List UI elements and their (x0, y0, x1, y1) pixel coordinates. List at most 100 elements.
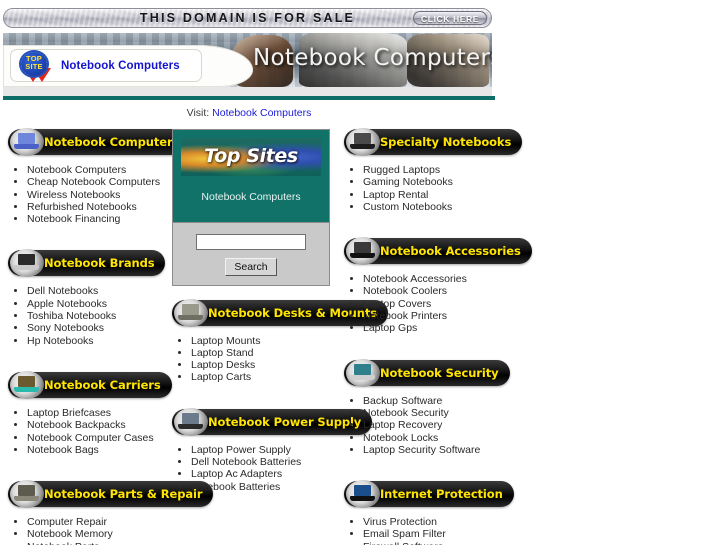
category-link[interactable]: Laptop Power Supply (191, 444, 291, 456)
top-sites-widget: Top Sites Notebook Computers Search (172, 129, 330, 286)
category-link-list: Laptop Power SupplyDell Notebook Batteri… (173, 444, 336, 493)
category-link[interactable]: Laptop Gps (363, 322, 417, 334)
notebook-accessories-icon (346, 237, 380, 266)
category-link[interactable]: Notebook Batteries (191, 481, 280, 493)
category-spacer (344, 213, 524, 227)
category-link[interactable]: Notebook Bags (27, 444, 99, 456)
list-item: Toshiba Notebooks (27, 310, 170, 322)
category-link[interactable]: Notebook Backpacks (27, 419, 126, 431)
list-item: Laptop Power Supply (191, 444, 336, 456)
list-item: Sony Notebooks (27, 322, 170, 334)
category-link[interactable]: Laptop Recovery (363, 419, 442, 431)
notebook-computers-icon (10, 128, 44, 156)
category-link[interactable]: Notebook Coolers (363, 285, 447, 297)
category-link[interactable]: Dell Notebook Batteries (191, 456, 301, 468)
category-link-list: Rugged LaptopsGaming NotebooksLaptop Ren… (345, 164, 524, 213)
category-link[interactable]: Apple Notebooks (27, 298, 107, 310)
category-link[interactable]: Laptop Desks (191, 359, 255, 371)
category-badge[interactable]: Notebook Carriers (8, 370, 172, 399)
category-link[interactable]: Computer Repair (27, 516, 107, 528)
category-link[interactable]: Gaming Notebooks (363, 176, 453, 188)
category-badge[interactable]: Notebook Security (344, 358, 510, 387)
category-link-list: Dell NotebooksApple NotebooksToshiba Not… (9, 285, 170, 346)
category-link[interactable]: Notebook Accessories (363, 273, 467, 285)
category-link[interactable]: Toshiba Notebooks (27, 310, 116, 322)
top-sites-keyword: Notebook Computers (201, 191, 301, 203)
category-block: Internet Protection Virus ProtectionEmail… (344, 480, 524, 545)
category-block: Notebook Brands Dell NotebooksApple Noteb… (8, 249, 170, 360)
banner-site-pill[interactable]: TOP SITE Notebook Computers (10, 49, 202, 82)
notebook-brands-icon (10, 249, 44, 278)
category-link[interactable]: Hp Notebooks (27, 335, 94, 347)
category-link[interactable]: Laptop Briefcases (27, 407, 111, 419)
list-item: Dell Notebook Batteries (191, 456, 336, 468)
category-spacer (172, 384, 336, 398)
category-badge-label: Notebook Carriers (44, 377, 161, 392)
list-item: Notebook Computers (27, 164, 170, 176)
category-badge[interactable]: Notebook Brands (8, 249, 166, 278)
search-input[interactable] (196, 233, 306, 250)
list-item: Laptop Rental (363, 189, 524, 201)
category-link[interactable]: Firewall Software (363, 541, 444, 545)
internet-protection-icon (346, 480, 380, 509)
list-item: Laptop Recovery (363, 419, 524, 431)
category-link[interactable]: Notebook Parts (27, 541, 99, 545)
category-link[interactable]: Rugged Laptops (363, 164, 440, 176)
banner-title: Notebook Computers (253, 45, 492, 71)
category-link[interactable]: Custom Notebooks (363, 201, 452, 213)
category-link[interactable]: Notebook Financing (27, 213, 120, 225)
list-item: Custom Notebooks (363, 201, 524, 213)
category-link[interactable]: Notebook Computers (27, 164, 126, 176)
category-link[interactable]: Notebook Locks (363, 432, 438, 444)
category-link-list: Computer RepairNotebook MemoryNotebook P… (9, 516, 170, 545)
category-link[interactable]: Email Spam Filter (363, 528, 446, 540)
category-badge[interactable]: Internet Protection (344, 480, 514, 509)
category-link[interactable]: Notebook Security (363, 407, 449, 419)
category-block: Notebook Accessories Notebook Accessories… (344, 237, 532, 348)
list-item: Notebook Batteries (191, 481, 336, 493)
category-link[interactable]: Wireless Notebooks (27, 189, 120, 201)
category-spacer (344, 456, 524, 470)
category-link[interactable]: Notebook Computer Cases (27, 432, 154, 444)
list-item: Notebook Financing (27, 213, 170, 225)
click-here-button[interactable]: CLICK HERE (413, 11, 487, 25)
category-badge-label: Notebook Computers (44, 135, 180, 149)
category-link[interactable]: Virus Protection (363, 516, 437, 528)
list-item: Notebook Computer Cases (27, 432, 170, 444)
list-item: Notebook Memory (27, 528, 170, 540)
category-link-list: Virus ProtectionEmail Spam FilterFirewal… (345, 516, 524, 545)
top-sites-search-form: Search (173, 222, 329, 285)
category-link[interactable]: Laptop Rental (363, 189, 428, 201)
category-link[interactable]: Cheap Notebook Computers (27, 176, 160, 188)
category-link[interactable]: Laptop Ac Adapters (191, 468, 282, 480)
category-link[interactable]: Notebook Memory (27, 528, 113, 540)
notebook-power-supply-icon (174, 407, 208, 436)
category-link[interactable]: Refurbished Notebooks (27, 201, 137, 213)
category-link[interactable]: Laptop Stand (191, 347, 253, 359)
category-spacer (8, 456, 170, 470)
category-badge[interactable]: Specialty Notebooks (344, 128, 523, 156)
category-link[interactable]: Notebook Printers (363, 310, 447, 322)
seal-line-bottom: SITE (25, 62, 43, 71)
category-link[interactable]: Dell Notebooks (27, 285, 98, 297)
list-item: Notebook Coolers (363, 285, 524, 297)
list-item: Notebook Parts (27, 541, 170, 545)
category-link[interactable]: Backup Software (363, 395, 442, 407)
category-badge[interactable]: Notebook Accessories (344, 237, 532, 266)
category-link[interactable]: Laptop Carts (191, 371, 251, 383)
sale-bar-body[interactable]: THIS DOMAIN IS FOR SALE CLICK HERE (3, 8, 492, 28)
category-badge[interactable]: Notebook Power Supply (172, 407, 373, 436)
category-link-list: Notebook ComputersCheap Notebook Compute… (9, 164, 170, 225)
category-badge[interactable]: Notebook Computers (8, 128, 191, 156)
list-item: Laptop Briefcases (27, 407, 170, 419)
category-badge-label: Notebook Power Supply (208, 414, 362, 429)
category-link[interactable]: Laptop Security Software (363, 444, 480, 456)
category-link[interactable]: Laptop Mounts (191, 335, 260, 347)
site-banner: Notebook Computers TOP SITE Notebook Com… (3, 33, 492, 87)
category-link[interactable]: Sony Notebooks (27, 322, 104, 334)
category-block: Notebook Power Supply Laptop Power Supply… (172, 407, 373, 507)
category-link-list: Backup SoftwareNotebook SecurityLaptop R… (345, 395, 524, 456)
search-button[interactable]: Search (225, 257, 277, 276)
category-link[interactable]: Laptop Covers (363, 298, 431, 310)
visit-link[interactable]: Notebook Computers (212, 107, 311, 119)
